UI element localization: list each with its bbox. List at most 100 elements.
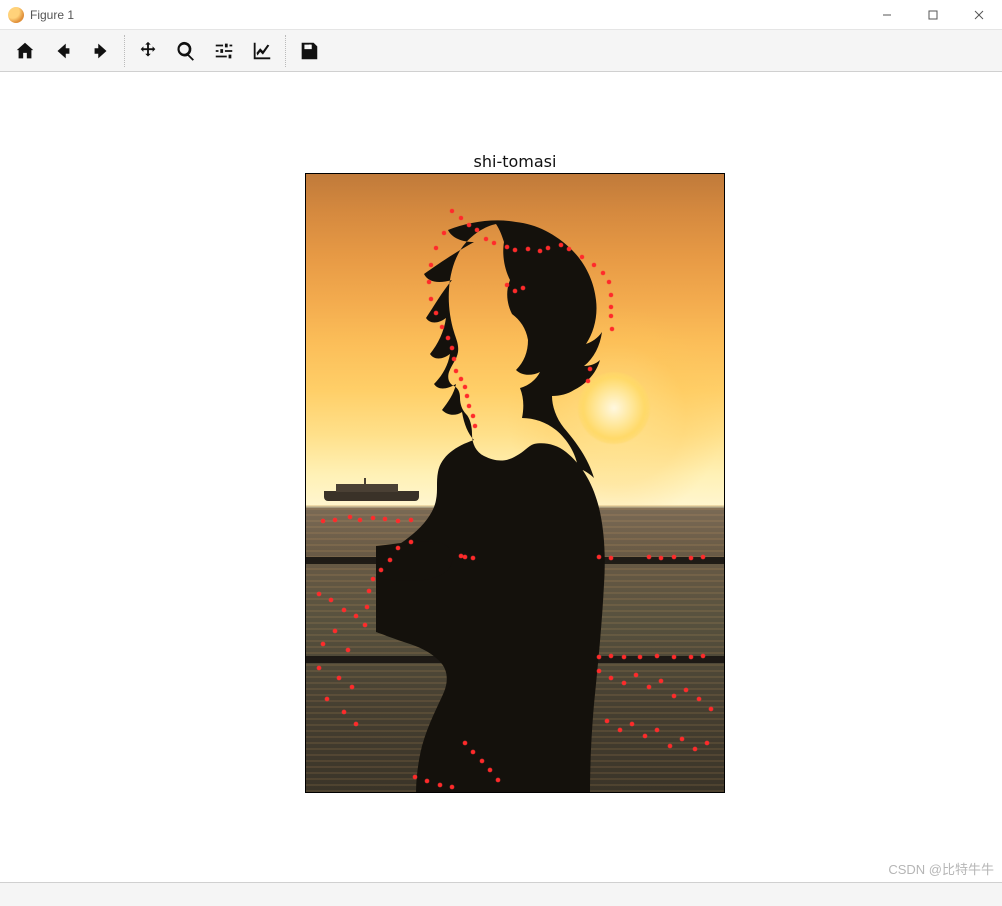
corner-point: [513, 289, 517, 293]
corner-point: [450, 785, 454, 789]
corner-point: [580, 255, 584, 259]
corner-point: [513, 248, 517, 252]
forward-icon: [90, 40, 112, 62]
corner-point: [321, 642, 325, 646]
corner-point: [450, 209, 454, 213]
corner-point: [672, 555, 676, 559]
corner-point: [609, 314, 613, 318]
corner-point: [505, 283, 509, 287]
corner-point: [429, 297, 433, 301]
corner-point: [586, 379, 590, 383]
corner-point: [701, 555, 705, 559]
corner-point: [465, 394, 469, 398]
corner-point: [647, 555, 651, 559]
corner-point: [342, 710, 346, 714]
corner-point: [396, 519, 400, 523]
corner-point: [471, 556, 475, 560]
corner-point: [689, 655, 693, 659]
figure-axes: shi-tomasi: [305, 152, 725, 793]
corner-point: [438, 783, 442, 787]
corner-point: [496, 778, 500, 782]
zoom-button[interactable]: [167, 35, 205, 67]
corner-point: [459, 216, 463, 220]
corner-point: [463, 555, 467, 559]
corner-point: [697, 697, 701, 701]
corner-point: [597, 669, 601, 673]
corner-point: [325, 697, 329, 701]
corner-point: [354, 614, 358, 618]
corner-point: [588, 367, 592, 371]
maximize-button[interactable]: [910, 0, 956, 29]
minimize-button[interactable]: [864, 0, 910, 29]
corner-point: [709, 707, 713, 711]
edit-axes-button[interactable]: [243, 35, 281, 67]
corner-point: [693, 747, 697, 751]
matplotlib-toolbar: [0, 30, 1002, 72]
corner-point: [471, 750, 475, 754]
corner-point: [379, 568, 383, 572]
corner-point: [363, 623, 367, 627]
corner-point: [459, 377, 463, 381]
corner-point: [701, 654, 705, 658]
figure-canvas[interactable]: shi-tomasi CSDN @比特牛牛: [0, 72, 1002, 882]
corner-point: [342, 608, 346, 612]
configure-subplots-button[interactable]: [205, 35, 243, 67]
corner-point: [643, 734, 647, 738]
corner-point: [630, 722, 634, 726]
home-button[interactable]: [6, 35, 44, 67]
corner-point: [601, 271, 605, 275]
corner-point: [371, 516, 375, 520]
save-button[interactable]: [290, 35, 328, 67]
corner-point: [358, 518, 362, 522]
corner-point: [427, 280, 431, 284]
axes-title: shi-tomasi: [305, 152, 725, 171]
forward-button[interactable]: [82, 35, 120, 67]
corner-point: [597, 655, 601, 659]
pan-button[interactable]: [129, 35, 167, 67]
corner-point: [321, 519, 325, 523]
corner-point: [346, 648, 350, 652]
corner-point: [317, 592, 321, 596]
corner-point: [454, 369, 458, 373]
corner-point: [333, 518, 337, 522]
corner-point: [659, 556, 663, 560]
corner-point: [597, 555, 601, 559]
corner-point: [488, 768, 492, 772]
back-button[interactable]: [44, 35, 82, 67]
back-icon: [52, 40, 74, 62]
corner-point: [365, 605, 369, 609]
corner-point: [680, 737, 684, 741]
sliders-icon: [213, 40, 235, 62]
move-icon: [137, 40, 159, 62]
corner-point: [434, 311, 438, 315]
corner-point: [672, 694, 676, 698]
corner-point: [463, 741, 467, 745]
corner-point: [610, 327, 614, 331]
corner-point: [609, 654, 613, 658]
corner-point: [317, 666, 321, 670]
watermark-text: CSDN @比特牛牛: [888, 859, 994, 878]
plotted-image: [305, 173, 725, 793]
corner-point: [655, 654, 659, 658]
corner-point: [409, 518, 413, 522]
corner-point: [607, 280, 611, 284]
corner-point: [429, 263, 433, 267]
corner-point: [383, 517, 387, 521]
corner-point: [638, 655, 642, 659]
corner-point: [337, 676, 341, 680]
corner-point: [672, 655, 676, 659]
corner-point: [689, 556, 693, 560]
corner-point: [605, 719, 609, 723]
corner-point: [567, 247, 571, 251]
corner-point: [484, 237, 488, 241]
corner-point: [440, 325, 444, 329]
corner-point: [348, 515, 352, 519]
corner-point: [609, 676, 613, 680]
axes-icon: [251, 40, 273, 62]
corner-point: [434, 246, 438, 250]
corner-point: [371, 577, 375, 581]
corner-point: [618, 728, 622, 732]
corner-point: [475, 228, 479, 232]
corner-point: [622, 655, 626, 659]
close-button[interactable]: [956, 0, 1002, 29]
